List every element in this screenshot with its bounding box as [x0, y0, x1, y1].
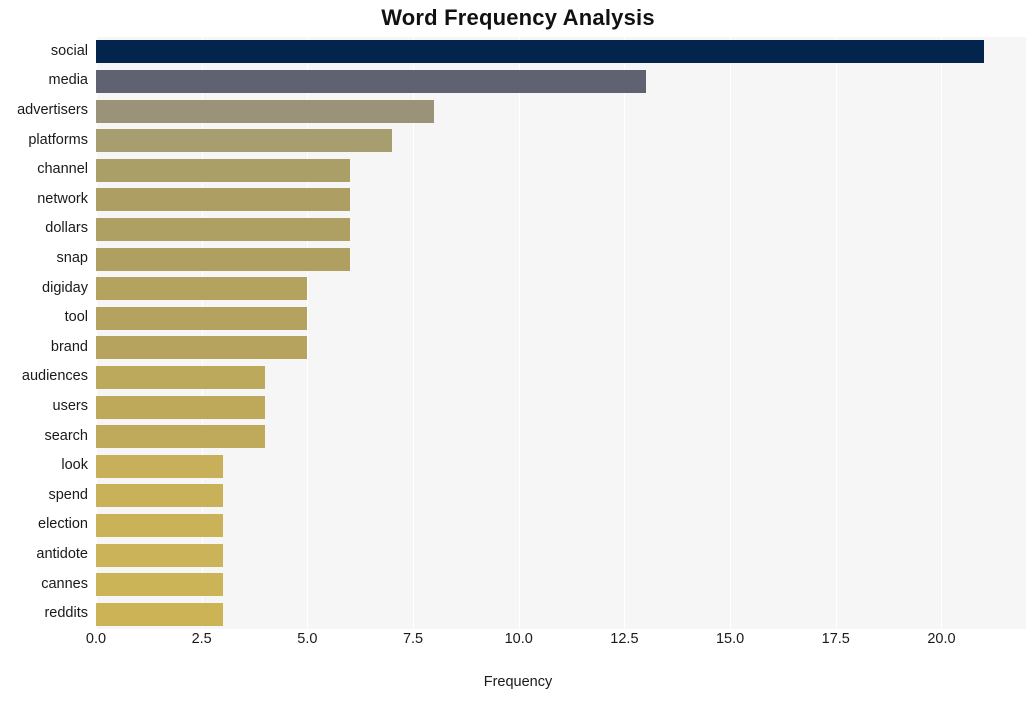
y-tick-label: digiday [42, 279, 88, 296]
bar-fill [96, 69, 646, 93]
y-tick-label: election [38, 516, 88, 533]
bar-fill [96, 217, 350, 241]
bar-fill [96, 336, 308, 360]
x-tick-label: 5.0 [297, 631, 318, 647]
bar [96, 454, 223, 478]
bar-fill [96, 573, 223, 597]
gridline [835, 37, 837, 629]
bar [96, 306, 308, 330]
gridline [518, 37, 520, 629]
y-tick-label: media [48, 72, 89, 89]
y-tick-label: users [52, 398, 88, 414]
x-tick-label: 17.5 [821, 631, 850, 647]
bar-fill [96, 129, 392, 153]
bar [96, 277, 308, 301]
bar [96, 69, 646, 93]
bar-fill [96, 543, 223, 567]
y-tick-label: platforms [28, 131, 88, 148]
y-tick-label: network [37, 190, 88, 207]
y-tick-label: antidote [36, 546, 88, 562]
x-tick-label: 7.5 [402, 631, 424, 647]
bar-fill [96, 484, 223, 508]
y-tick-label: snap [56, 250, 88, 266]
y-tick-label: social [50, 42, 88, 59]
page-title: Word Frequency Analysis [381, 5, 655, 30]
plot-area [96, 37, 1026, 629]
bar [96, 40, 984, 64]
bar [96, 484, 223, 508]
bar-fill [96, 513, 223, 537]
x-tick-label: 0.0 [85, 631, 107, 647]
bar [96, 158, 350, 182]
y-tick-label: spend [48, 486, 88, 503]
y-tick-label: cannes [41, 575, 88, 592]
x-tick-label: 12.5 [610, 631, 639, 647]
x-tick-label: 15.0 [715, 631, 745, 647]
y-tick-label: advertisers [17, 102, 88, 118]
y-tick-label: look [61, 457, 88, 474]
bar-fill [96, 188, 350, 212]
bar-fill [96, 158, 350, 182]
bar [96, 395, 266, 419]
x-axis-label: Frequency [483, 674, 553, 690]
bar-fill [96, 425, 266, 449]
x-tick-label: 10.0 [504, 631, 533, 647]
y-tick-label: brand [50, 338, 88, 355]
bar [96, 188, 350, 212]
bar [96, 365, 266, 389]
y-axis-tick-labels: social media advertisers platforms channel ne… [0, 37, 96, 629]
gridline [201, 37, 203, 629]
gridline [96, 37, 97, 629]
gridline [413, 37, 415, 629]
bar-fill [96, 40, 984, 64]
bar [96, 247, 350, 271]
bar-fill [96, 365, 266, 389]
bar [96, 573, 223, 597]
y-tick-label: reddits [44, 605, 88, 622]
x-tick-label: 20.0 [927, 631, 956, 647]
x-tick-label: 2.5 [191, 631, 212, 647]
y-tick-label: tool [64, 309, 88, 326]
bar [96, 99, 435, 123]
bar [96, 129, 392, 153]
bar-fill [96, 454, 223, 478]
gridline [307, 37, 309, 629]
gridline [624, 37, 626, 629]
bar-fill [96, 247, 350, 271]
bar [96, 217, 350, 241]
gridline [730, 37, 732, 629]
bar-fill [96, 99, 435, 123]
x-axis-tick-labels: 0.0 2.5 5.0 7.5 10.0 12.5 15.0 17.5 20.0 [86, 631, 1026, 661]
y-tick-label: search [44, 427, 88, 444]
bar [96, 513, 223, 537]
bar [96, 602, 223, 626]
y-tick-label: dollars [45, 220, 88, 237]
bar-fill [96, 277, 308, 301]
y-tick-label: audiences [21, 368, 88, 385]
bar [96, 336, 308, 360]
bar-fill [96, 602, 223, 626]
bar-fill [96, 306, 308, 330]
bar [96, 543, 223, 567]
bar-fill [96, 395, 266, 419]
y-tick-label: channel [37, 161, 88, 178]
gridline [941, 37, 943, 629]
chart-figure: Word Frequency Analysis social media adver… [0, 0, 1036, 701]
bar [96, 425, 266, 449]
